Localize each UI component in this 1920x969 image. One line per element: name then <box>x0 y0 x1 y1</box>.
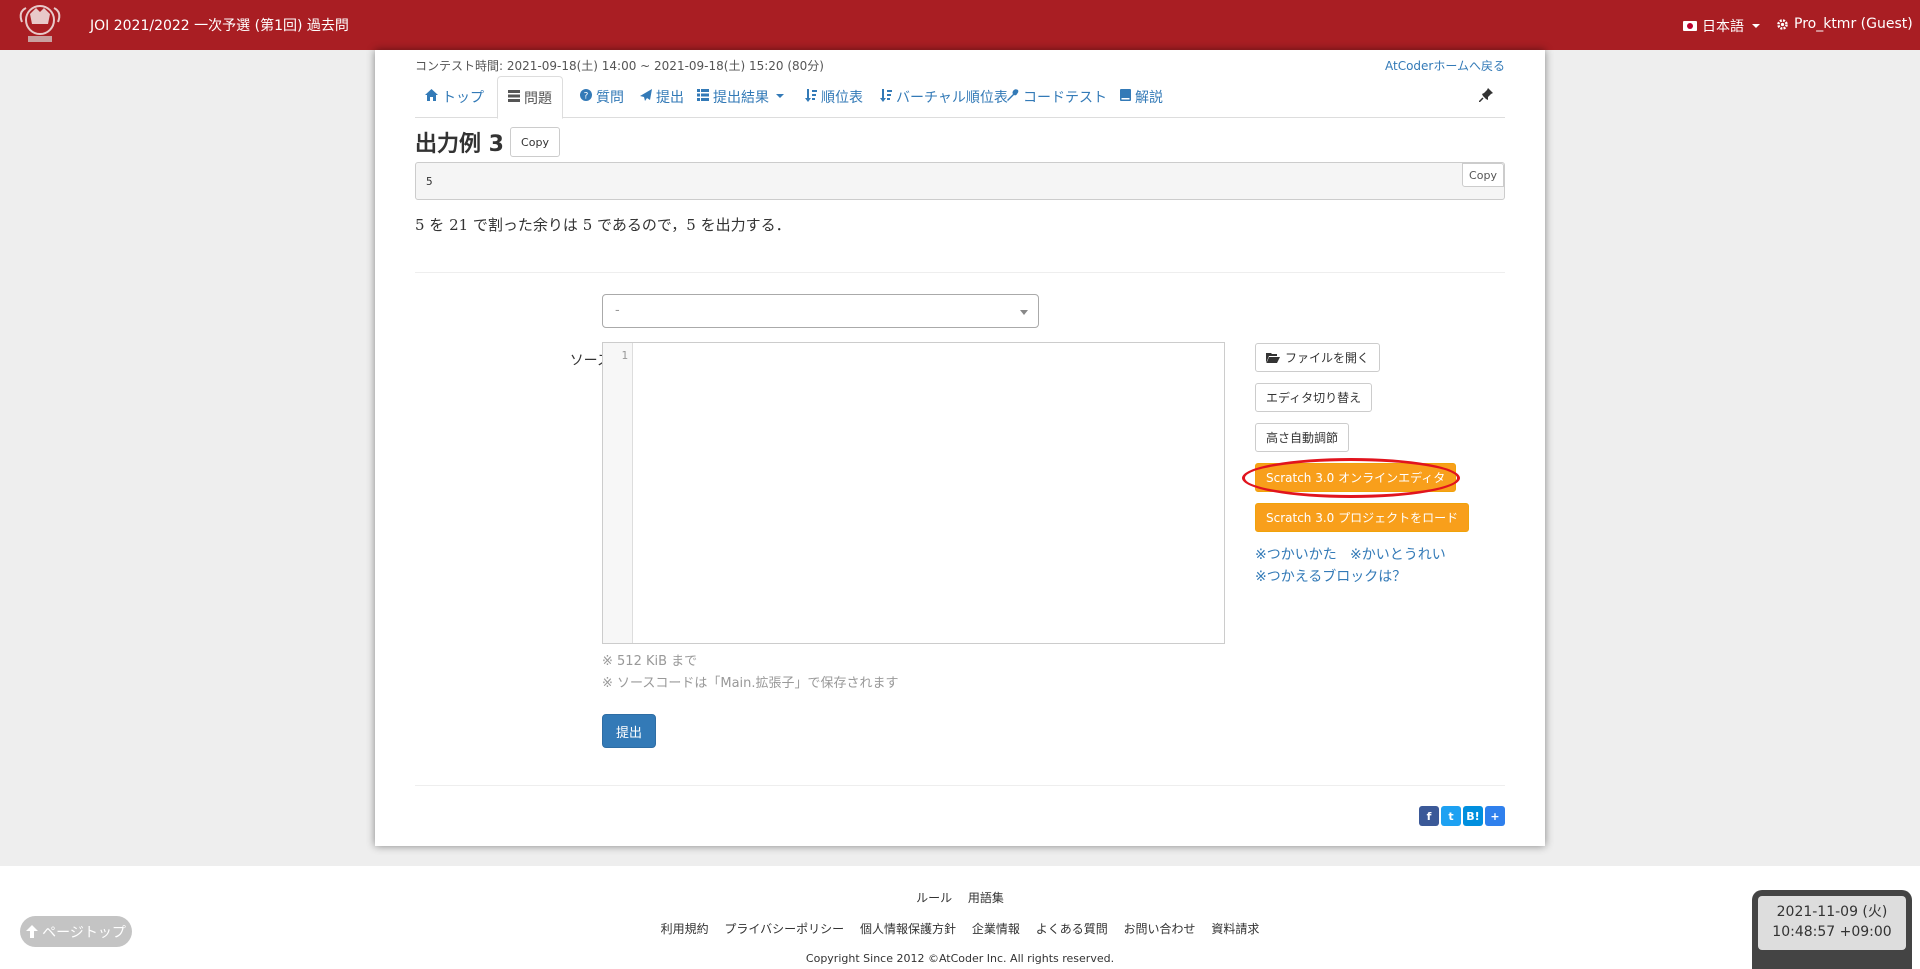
open-file-button[interactable]: ファイルを開く <box>1255 343 1381 372</box>
folder-open-icon <box>1266 353 1280 363</box>
language-label: 日本語 <box>1702 19 1744 35</box>
footer-link-rules[interactable]: ルール <box>916 891 952 905</box>
question-icon: ? <box>580 89 592 101</box>
top-navbar: JOI 2021/2022 一次予選 (第1回) 過去問 日本語 Pro_ktm… <box>0 0 1920 50</box>
atcoder-home-link[interactable]: AtCoderホームへ戻る <box>1385 57 1505 74</box>
toggle-editor-button[interactable]: エディタ切り替え <box>1255 383 1373 412</box>
tab-results[interactable]: 提出結果 <box>687 76 794 118</box>
footer-link-privacy[interactable]: プライバシーポリシー <box>724 922 844 936</box>
contest-tabs: トップ 問題 ? 質問 提出 提出結果 順位表 バーチャル順位表 コードテスト … <box>415 76 1505 119</box>
submit-button[interactable]: 提出 <box>602 714 656 748</box>
svg-text:?: ? <box>584 92 589 102</box>
clock-date: 2021-11-09 (火) <box>1776 904 1888 920</box>
japan-flag-icon <box>1683 21 1697 31</box>
footer-link-faq[interactable]: よくある質問 <box>1036 922 1108 936</box>
clock-widget: 2021-11-09 (火) 10:48:57 +09:00 <box>1752 890 1912 969</box>
arrow-up-icon <box>26 925 39 938</box>
chevron-down-icon <box>1020 310 1028 315</box>
copy-button[interactable]: Copy <box>510 127 560 157</box>
filename-note: ※ ソースコードは「Main.拡張子」で保存されます <box>602 676 899 691</box>
tab-questions[interactable]: ? 質問 <box>570 76 634 118</box>
clock-display: 2021-11-09 (火) 10:48:57 +09:00 <box>1758 896 1906 950</box>
divider <box>415 785 1505 786</box>
highlight-ellipse <box>1242 458 1460 498</box>
user-name: Pro_ktmr (Guest) <box>1794 16 1913 32</box>
chevron-down-icon <box>1752 24 1760 28</box>
list-icon <box>697 89 709 101</box>
divider <box>415 272 1505 273</box>
footer-link-personal-info[interactable]: 個人情報保護方針 <box>860 922 956 936</box>
clock-time: 10:48:57 +09:00 <box>1772 924 1892 940</box>
atcoder-logo[interactable] <box>14 2 66 48</box>
list-icon <box>508 90 520 102</box>
user-dropdown[interactable]: Pro_ktmr (Guest) <box>1776 16 1920 32</box>
tab-code-test[interactable]: コードテスト <box>997 76 1117 118</box>
facebook-icon[interactable]: f <box>1419 806 1439 826</box>
wrench-icon <box>1007 89 1019 101</box>
language-dropdown[interactable]: 日本語 <box>1683 16 1760 36</box>
footer-link-terms[interactable]: 利用規約 <box>661 922 709 936</box>
help-examples-link[interactable]: ※かいとうれい <box>1350 544 1446 564</box>
copyright: Copyright Since 2012 ©AtCoder Inc. All r… <box>805 952 1115 965</box>
page-top-button[interactable]: ページトップ <box>20 916 132 947</box>
main-panel: コンテスト時間: 2021-09-18(土) 14:00 ~ 2021-09-1… <box>375 50 1545 846</box>
share-plus-icon[interactable]: + <box>1485 806 1505 826</box>
footer-link-request-docs[interactable]: 資料請求 <box>1211 922 1259 936</box>
source-code-editor[interactable]: 1 <box>602 342 1225 644</box>
line-number-gutter: 1 <box>603 343 633 643</box>
contest-title[interactable]: JOI 2021/2022 一次予選 (第1回) 過去問 <box>90 15 349 35</box>
book-icon <box>1120 89 1131 101</box>
tab-submit[interactable]: 提出 <box>630 76 694 118</box>
contest-time: コンテスト時間: 2021-09-18(土) 14:00 ~ 2021-09-1… <box>415 59 824 73</box>
help-blocks-link[interactable]: ※つかえるブロックは？ <box>1255 566 1406 586</box>
tab-virtual-standings[interactable]: バーチャル順位表 <box>870 76 1018 118</box>
gear-icon <box>1777 18 1788 30</box>
footer: ルール 用語集 利用規約 プライバシーポリシー 個人情報保護方針 企業情報 よく… <box>0 866 1920 969</box>
chevron-down-icon <box>776 94 784 98</box>
tab-standings[interactable]: 順位表 <box>795 76 873 118</box>
send-icon <box>640 89 652 101</box>
footer-link-contact[interactable]: お問い合わせ <box>1124 922 1196 936</box>
sort-icon <box>880 89 892 102</box>
footer-link-company[interactable]: 企業情報 <box>972 922 1020 936</box>
auto-height-button[interactable]: 高さ自動調節 <box>1255 423 1350 452</box>
language-select[interactable]: - <box>602 294 1039 328</box>
line-number: 1 <box>621 349 628 362</box>
pin-icon[interactable] <box>1479 88 1493 102</box>
tab-editorial[interactable]: 解説 <box>1110 76 1173 118</box>
scratch-load-button[interactable]: Scratch 3.0 プロジェクトをロード <box>1255 503 1470 532</box>
footer-links-primary: ルール 用語集 <box>0 889 1920 906</box>
tab-top[interactable]: トップ <box>415 76 494 118</box>
copy-sample-button[interactable]: Copy <box>1462 163 1504 187</box>
social-share: f t B! + <box>1419 806 1505 826</box>
sample-output-block: 5 Copy <box>415 162 1505 200</box>
size-limit-note: ※ 512 KiB まで <box>602 654 698 669</box>
sample-output-text: 5 <box>426 175 433 188</box>
explanation-text: 5 を 21 で割った余りは 5 であるので，5 を出力する． <box>415 216 791 234</box>
twitter-icon[interactable]: t <box>1441 806 1461 826</box>
footer-links-secondary: 利用規約 プライバシーポリシー 個人情報保護方針 企業情報 よくある質問 お問い… <box>0 920 1920 937</box>
help-usage-link[interactable]: ※つかいかた <box>1255 544 1337 564</box>
sort-icon <box>805 89 817 102</box>
footer-link-glossary[interactable]: 用語集 <box>968 891 1004 905</box>
tab-problems[interactable]: 問題 <box>497 76 563 119</box>
language-select-value: - <box>615 303 620 318</box>
hatena-bookmark-icon[interactable]: B! <box>1463 806 1483 826</box>
section-title: 出力例 3 <box>415 132 504 157</box>
home-icon <box>425 89 438 101</box>
